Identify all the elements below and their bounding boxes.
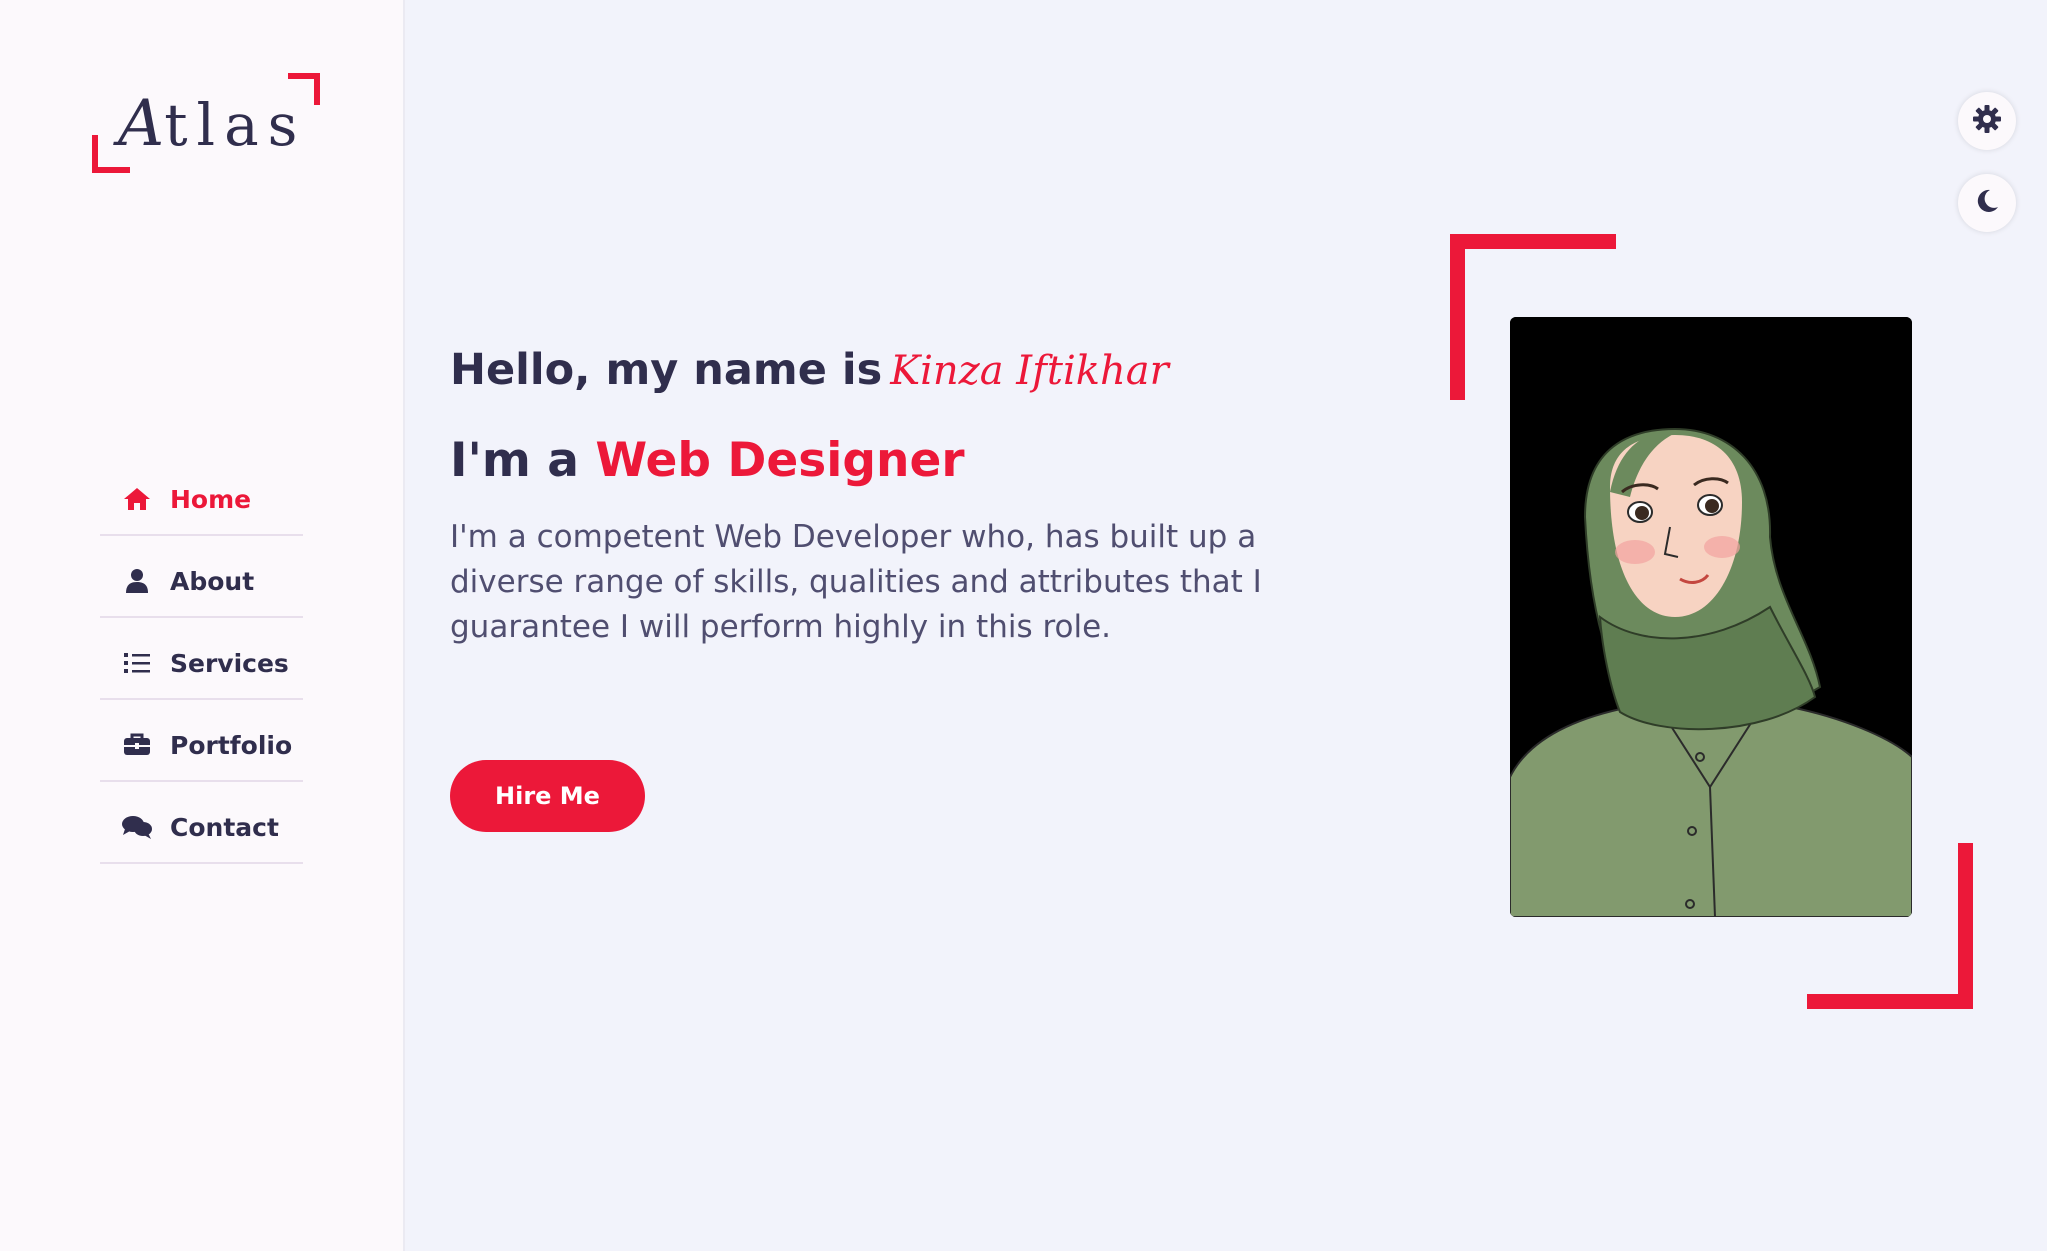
role-heading: I'm a Web Designer [450, 431, 1350, 491]
theme-toggle-button[interactable] [1958, 174, 2016, 232]
profile-illustration [1510, 317, 1912, 917]
nav-item-about[interactable]: About [100, 538, 303, 618]
person-name: Kinza Iftikhar [890, 348, 1169, 394]
nav-item-contact[interactable]: Contact [100, 784, 303, 864]
nav-label: Services [170, 648, 289, 678]
logo-initial: A [118, 87, 165, 161]
gear-icon [1972, 104, 2002, 138]
list-icon [120, 652, 154, 674]
nav-item-home[interactable]: Home [100, 456, 303, 536]
nav-label: Portfolio [170, 730, 293, 760]
moon-icon [1973, 187, 2001, 219]
role-prefix: I'm a [450, 433, 579, 488]
nav-label: Contact [170, 812, 279, 842]
nav-item-portfolio[interactable]: Portfolio [100, 702, 303, 782]
logo-text: Atlas [118, 87, 306, 161]
hero-text: Hello, my name is Kinza Iftikhar I'm a We… [450, 340, 1350, 681]
greeting-heading: Hello, my name is Kinza Iftikhar [450, 340, 1350, 401]
home-icon [120, 486, 154, 512]
comments-icon [120, 814, 154, 840]
main-nav: Home About Services Portfolio Contact [100, 456, 303, 864]
user-icon [120, 568, 154, 594]
hire-me-button[interactable]: Hire Me [450, 760, 645, 832]
role-title: Web Designer [595, 433, 965, 488]
nav-label: Home [170, 484, 252, 514]
logo[interactable]: Atlas [92, 73, 320, 173]
logo-rest: tlas [164, 91, 307, 159]
briefcase-icon [120, 733, 154, 757]
greeting: Hello, my name is [450, 345, 883, 395]
settings-button[interactable] [1958, 92, 2016, 150]
nav-label: About [170, 566, 255, 596]
intro-paragraph: I'm a competent Web Developer who, has b… [450, 519, 1262, 645]
nav-item-services[interactable]: Services [100, 620, 303, 700]
sidebar: Atlas Home About Services Portfolio Cont… [0, 0, 405, 1251]
